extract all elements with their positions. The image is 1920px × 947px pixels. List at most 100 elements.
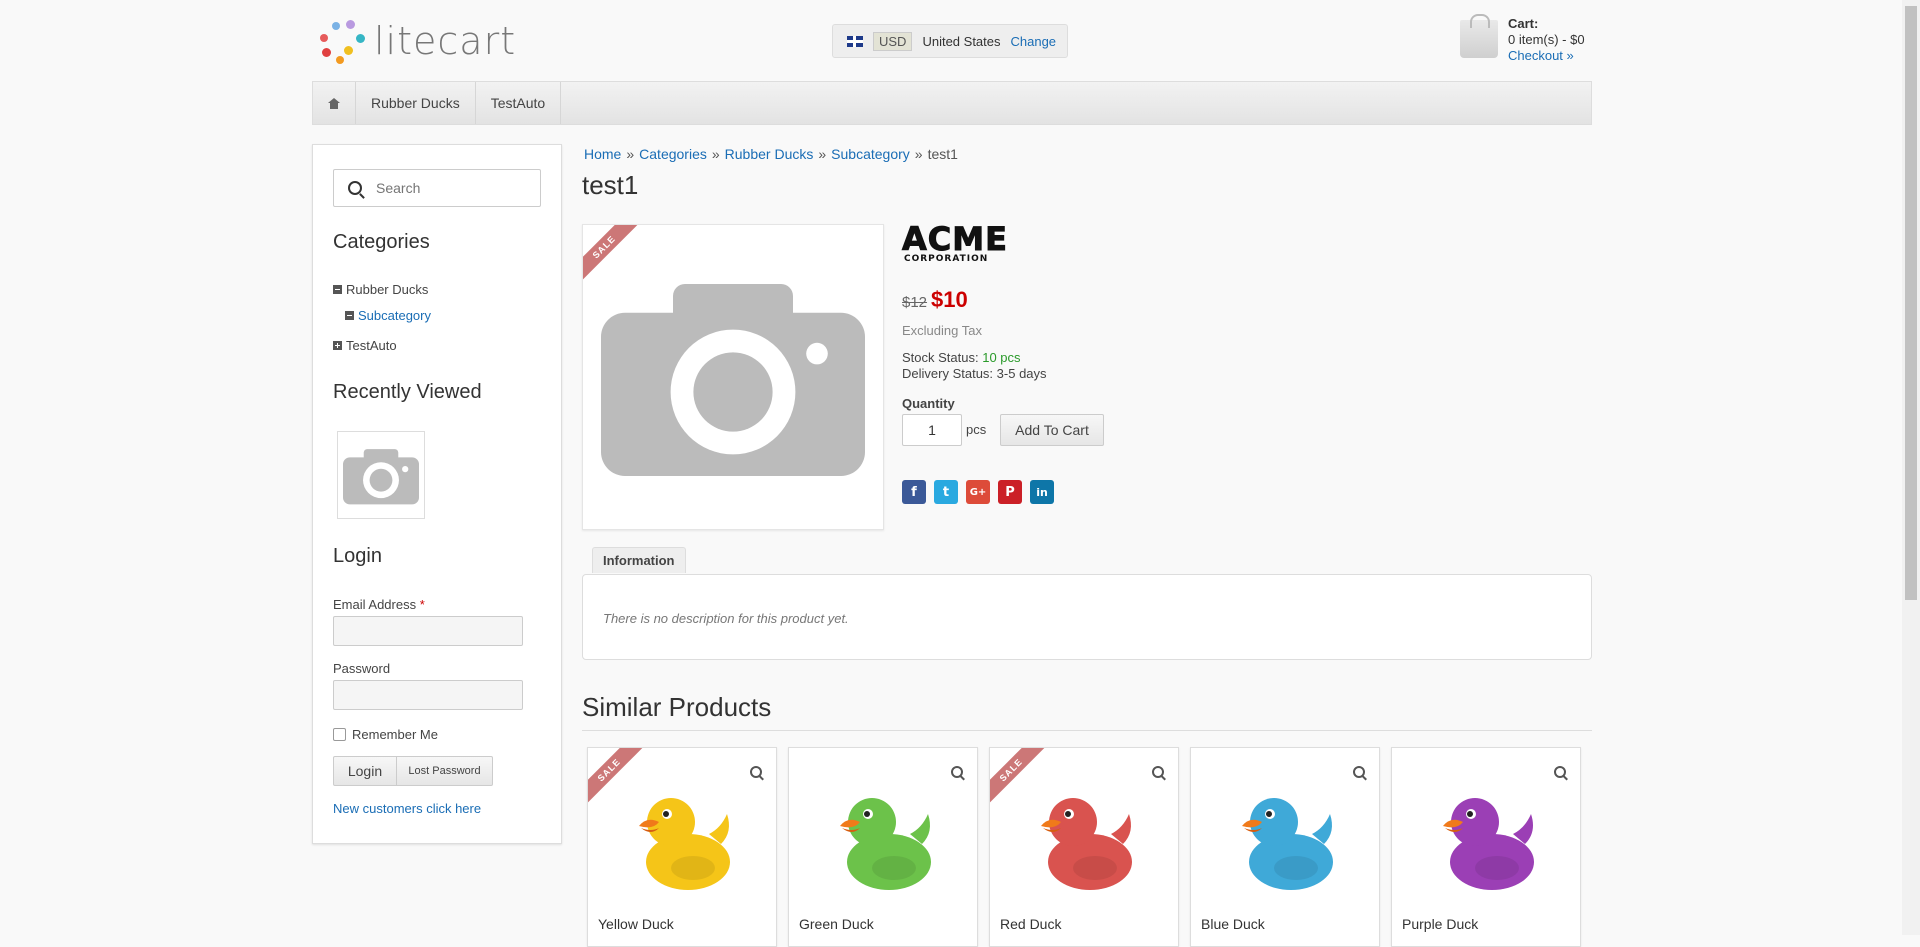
tab-panel-information: There is no description for this product… (582, 574, 1592, 660)
recently-viewed-item[interactable] (337, 431, 425, 519)
search-input[interactable] (374, 179, 528, 197)
rubber-duck-image (639, 798, 730, 890)
google-plus-icon[interactable]: G+ (966, 480, 990, 504)
brand-logo[interactable]: ACME CORPORATION (902, 220, 1010, 270)
tax-note: Excluding Tax (902, 323, 982, 338)
delivery-status: Delivery Status: 3-5 days (902, 366, 1047, 381)
zoom-icon[interactable] (1152, 766, 1164, 778)
rubber-duck-image (1242, 798, 1333, 890)
breadcrumb-categories[interactable]: Categories (639, 146, 707, 162)
search-box[interactable] (333, 169, 541, 207)
categories-heading: Categories (333, 231, 430, 253)
required-mark: * (419, 597, 425, 612)
category-label[interactable]: Subcategory (358, 308, 431, 323)
password-field[interactable] (333, 680, 523, 710)
stock-value: 10 pcs (982, 350, 1021, 365)
login-button[interactable]: Login (333, 756, 397, 786)
camera-icon (343, 449, 419, 505)
breadcrumb-rubber-ducks[interactable]: Rubber Ducks (725, 146, 814, 162)
linkedin-icon[interactable]: in (1030, 480, 1054, 504)
cart-widget[interactable]: Cart: 0 item(s) - $0 Checkout » (1460, 14, 1594, 72)
divider (582, 730, 1592, 731)
product-card[interactable]: SALE Yellow Duck (587, 747, 777, 947)
stock-status: Stock Status: 10 pcs (902, 350, 1021, 365)
logo-text: litecart (374, 19, 517, 63)
login-heading: Login (333, 545, 382, 567)
breadcrumb-home[interactable]: Home (584, 146, 621, 162)
nav-item-testauto[interactable]: TestAuto (476, 82, 562, 124)
collapse-icon (345, 311, 354, 320)
search-icon (348, 181, 362, 195)
recently-viewed-heading: Recently Viewed (333, 381, 482, 403)
nav-item-rubber-ducks[interactable]: Rubber Ducks (356, 82, 476, 124)
product-card[interactable]: Purple Duck (1391, 747, 1581, 947)
new-customers-link[interactable]: New customers click here (333, 801, 481, 816)
unit-label: pcs (966, 422, 987, 437)
category-testauto[interactable]: TestAuto (333, 338, 397, 353)
email-field[interactable] (333, 616, 523, 646)
product-card[interactable]: SALE Red Duck (989, 747, 1179, 947)
shopping-bag-icon (1460, 14, 1498, 58)
nav-home[interactable] (313, 82, 356, 124)
similar-products-heading: Similar Products (582, 692, 772, 722)
expand-icon (333, 341, 342, 350)
change-region-link[interactable]: Change (1011, 34, 1057, 49)
product-card[interactable]: Green Duck (788, 747, 978, 947)
page-title: test1 (582, 170, 639, 200)
home-icon (328, 97, 340, 109)
uk-flag-icon (847, 35, 863, 47)
category-rubber-ducks[interactable]: Rubber Ducks (333, 282, 428, 297)
product-image[interactable]: SALE (582, 224, 884, 530)
cart-title: Cart: (1508, 16, 1539, 31)
region-selector: USD United States Change (832, 24, 1068, 58)
scrollbar-thumb[interactable] (1905, 6, 1917, 600)
delivery-value: 3-5 days (996, 366, 1047, 381)
product-description: There is no description for this product… (603, 611, 849, 626)
breadcrumb: Home» Categories» Rubber Ducks» Subcategory… (584, 146, 958, 162)
remember-checkbox[interactable] (333, 728, 346, 741)
cart-summary: 0 item(s) - $0 (1508, 32, 1585, 47)
zoom-icon[interactable] (951, 766, 963, 778)
product-name[interactable]: Red Duck (1000, 916, 1061, 932)
currency-badge: USD (873, 31, 913, 51)
rubber-duck-image (1041, 798, 1132, 890)
category-label: TestAuto (346, 338, 397, 353)
sidebar: Categories Rubber Ducks Subcategory Test… (312, 144, 562, 844)
main-nav: Rubber Ducks TestAuto (312, 81, 1592, 125)
litecart-logo[interactable]: litecart (318, 18, 528, 64)
rubber-duck-image (1443, 798, 1534, 890)
quantity-label: Quantity (902, 396, 955, 411)
logo-dots-icon (318, 18, 370, 64)
product-name[interactable]: Purple Duck (1402, 916, 1478, 932)
password-label: Password (333, 661, 391, 676)
category-label: Rubber Ducks (346, 282, 429, 297)
quantity-input[interactable]: 1 (902, 414, 962, 446)
product-name[interactable]: Yellow Duck (598, 916, 674, 932)
social-share: f t G+ P in (902, 480, 1054, 504)
country-label: United States (922, 33, 1001, 49)
collapse-icon (333, 285, 342, 294)
rubber-duck-image (840, 798, 931, 890)
lost-password-button[interactable]: Lost Password (397, 756, 493, 786)
checkout-link[interactable]: Checkout » (1508, 48, 1574, 63)
remember-me[interactable]: Remember Me (333, 727, 438, 742)
breadcrumb-subcategory[interactable]: Subcategory (831, 146, 910, 162)
tab-information[interactable]: Information (592, 547, 686, 573)
pinterest-icon[interactable]: P (998, 480, 1022, 504)
zoom-icon[interactable] (1353, 766, 1365, 778)
zoom-icon[interactable] (1554, 766, 1566, 778)
product-card[interactable]: Blue Duck (1190, 747, 1380, 947)
zoom-icon[interactable] (750, 766, 762, 778)
facebook-icon[interactable]: f (902, 480, 926, 504)
twitter-icon[interactable]: t (934, 480, 958, 504)
email-label: Email Address * (333, 597, 425, 612)
camera-icon (601, 284, 865, 476)
sale-price: $10 (931, 287, 968, 312)
breadcrumb-current: test1 (927, 146, 958, 162)
vertical-scrollbar[interactable] (1902, 0, 1920, 935)
product-name[interactable]: Green Duck (799, 916, 874, 932)
add-to-cart-button[interactable]: Add To Cart (1000, 414, 1104, 446)
category-subcategory[interactable]: Subcategory (345, 308, 431, 323)
brand-name: ACME (902, 220, 1008, 258)
product-name[interactable]: Blue Duck (1201, 916, 1265, 932)
